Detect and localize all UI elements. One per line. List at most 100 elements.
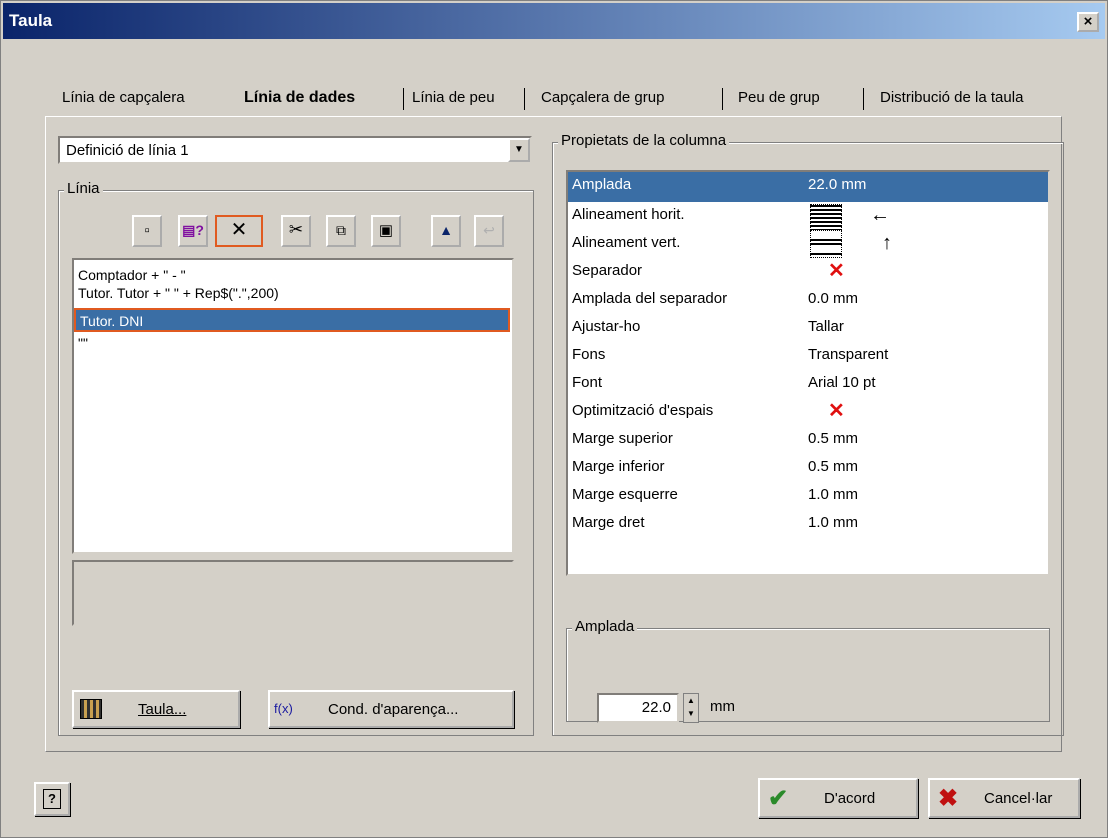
list-item-selected[interactable]: Tutor. DNI xyxy=(74,308,510,332)
close-button[interactable]: × xyxy=(1077,12,1099,32)
property-row[interactable]: Amplada 22.0 mm xyxy=(568,172,1048,202)
dropdown-button[interactable]: ▼ xyxy=(508,138,530,162)
property-value: 0.5 mm xyxy=(808,458,859,475)
paste-button[interactable]: ▣ xyxy=(371,215,401,247)
tab-separator xyxy=(524,88,525,110)
align-vertical-icon xyxy=(810,230,842,258)
property-row[interactable]: Alineament horit. ← xyxy=(568,202,1048,230)
property-row[interactable]: Font Arial 10 pt xyxy=(568,370,1048,398)
tab-linia-dades[interactable]: Línia de dades xyxy=(244,84,355,112)
red-x-icon: ✕ xyxy=(828,400,845,422)
field-help-button[interactable]: ▤? xyxy=(178,215,208,247)
line-definition-select[interactable]: Definició de línia 1 ▼ xyxy=(58,136,532,164)
property-name: Marge superior xyxy=(572,430,673,447)
new-line-button[interactable]: ▫ xyxy=(132,215,162,247)
property-name: Amplada xyxy=(572,176,632,193)
help-button[interactable]: ? xyxy=(34,782,70,816)
tab-separator xyxy=(403,88,404,110)
cut-icon: ✂ xyxy=(288,220,304,239)
title-bar[interactable]: Taula × xyxy=(3,3,1105,39)
width-group-legend: Amplada xyxy=(572,618,638,635)
property-row[interactable]: Marge dret 1.0 mm xyxy=(568,510,1048,538)
tab-linia-capcalera[interactable]: Línia de capçalera xyxy=(62,84,185,112)
property-value: 0.5 mm xyxy=(808,430,859,447)
appearance-condition-button[interactable]: f(x) Cond. d'aparença... xyxy=(268,690,514,728)
property-value: 1.0 mm xyxy=(808,514,859,531)
new-icon: ▫ xyxy=(144,222,150,239)
checkmark-icon: ✔ xyxy=(768,785,789,812)
property-value: 22.0 mm xyxy=(808,176,867,193)
cut-button[interactable]: ✂ xyxy=(281,215,311,247)
property-row[interactable]: Fons Transparent xyxy=(568,342,1048,370)
property-name: Marge esquerre xyxy=(572,486,678,503)
tab-peu-grup[interactable]: Peu de grup xyxy=(738,84,820,112)
property-name: Alineament horit. xyxy=(572,206,685,223)
property-value: Transparent xyxy=(808,346,889,363)
line-fields-list[interactable]: Comptador + " - " Tutor. Tutor + " " + R… xyxy=(72,258,514,554)
ok-button-label: D'acord xyxy=(824,790,876,807)
chevron-down-icon: ▼ xyxy=(514,144,524,155)
width-input[interactable]: 22.0 xyxy=(597,693,679,723)
property-row[interactable]: Amplada del separador 0.0 mm xyxy=(568,286,1048,314)
red-x-icon: ✕ xyxy=(828,260,845,282)
tab-distribucio-taula[interactable]: Distribució de la taula xyxy=(880,84,1023,112)
property-value: 1.0 mm xyxy=(808,486,859,503)
list-item[interactable]: Tutor. Tutor + " " + Rep$(".",200) xyxy=(78,284,279,302)
property-row[interactable]: Separador ✕ xyxy=(568,258,1048,286)
copy-icon: ⧉ xyxy=(336,222,346,238)
property-row[interactable]: Optimització d'espais ✕ xyxy=(568,398,1048,426)
list-item[interactable]: Comptador + " - " xyxy=(78,266,186,284)
move-down-icon: ↩ xyxy=(483,222,495,238)
help-icon: ? xyxy=(43,789,61,809)
move-down-button[interactable]: ↩ xyxy=(474,215,504,247)
tab-linia-peu[interactable]: Línia de peu xyxy=(412,84,495,112)
cancel-button-label: Cancel·lar xyxy=(984,790,1053,807)
line-definition-value: Definició de línia 1 xyxy=(66,142,189,159)
cancel-icon: ✖ xyxy=(938,785,959,812)
delete-line-button[interactable]: ✕ xyxy=(215,215,263,247)
property-name: Ajustar-ho xyxy=(572,318,641,335)
move-up-button[interactable]: ▲ xyxy=(431,215,461,247)
delete-icon: ✕ xyxy=(230,219,248,241)
property-name: Alineament vert. xyxy=(572,234,681,251)
property-name: Fons xyxy=(572,346,606,363)
property-name: Amplada del separador xyxy=(572,290,728,307)
expression-preview-box xyxy=(72,560,514,626)
property-value: Tallar xyxy=(808,318,844,335)
tab-separator xyxy=(863,88,864,110)
property-name: Marge inferior xyxy=(572,458,665,475)
paste-icon: ▣ xyxy=(378,222,394,239)
spin-up-icon[interactable]: ▲ xyxy=(684,694,698,707)
align-horizontal-icon xyxy=(810,204,842,230)
property-row[interactable]: Ajustar-ho Tallar xyxy=(568,314,1048,342)
move-up-icon: ▲ xyxy=(439,222,453,238)
property-row[interactable]: Marge inferior 0.5 mm xyxy=(568,454,1048,482)
arrow-left-icon: ← xyxy=(870,204,890,226)
cancel-button[interactable]: ✖ Cancel·lar xyxy=(928,778,1080,818)
property-row[interactable]: Marge superior 0.5 mm xyxy=(568,426,1048,454)
column-properties-list[interactable]: Amplada 22.0 mm Alineament horit. ← Alin… xyxy=(566,170,1050,576)
property-value: 0.0 mm xyxy=(808,290,859,307)
ok-button[interactable]: ✔ D'acord xyxy=(758,778,918,818)
copy-button[interactable]: ⧉ xyxy=(326,215,356,247)
function-icon: f(x) xyxy=(274,701,293,716)
property-name: Separador xyxy=(572,262,643,279)
close-icon: × xyxy=(1083,13,1093,30)
tab-capcalera-grup[interactable]: Capçalera de grup xyxy=(541,84,664,112)
property-row[interactable]: Marge esquerre 1.0 mm xyxy=(568,482,1048,510)
width-spinner[interactable]: ▲ ▼ xyxy=(683,693,699,723)
width-value: 22.0 xyxy=(641,699,671,716)
column-properties-legend: Propietats de la columna xyxy=(558,132,730,149)
list-item[interactable]: "" xyxy=(78,334,88,352)
spin-down-icon[interactable]: ▼ xyxy=(684,707,698,720)
property-name: Optimització d'espais xyxy=(572,402,714,419)
property-value: Arial 10 pt xyxy=(808,374,876,391)
table-icon xyxy=(80,699,102,719)
property-name: Marge dret xyxy=(572,514,645,531)
table-button[interactable]: Taula... xyxy=(72,690,240,728)
window-title: Taula xyxy=(9,11,53,30)
width-unit: mm xyxy=(710,698,735,715)
table-button-label: Taula... xyxy=(138,701,187,718)
property-row[interactable]: Alineament vert. ↑ xyxy=(568,230,1048,258)
appearance-condition-label: Cond. d'aparença... xyxy=(328,701,459,718)
